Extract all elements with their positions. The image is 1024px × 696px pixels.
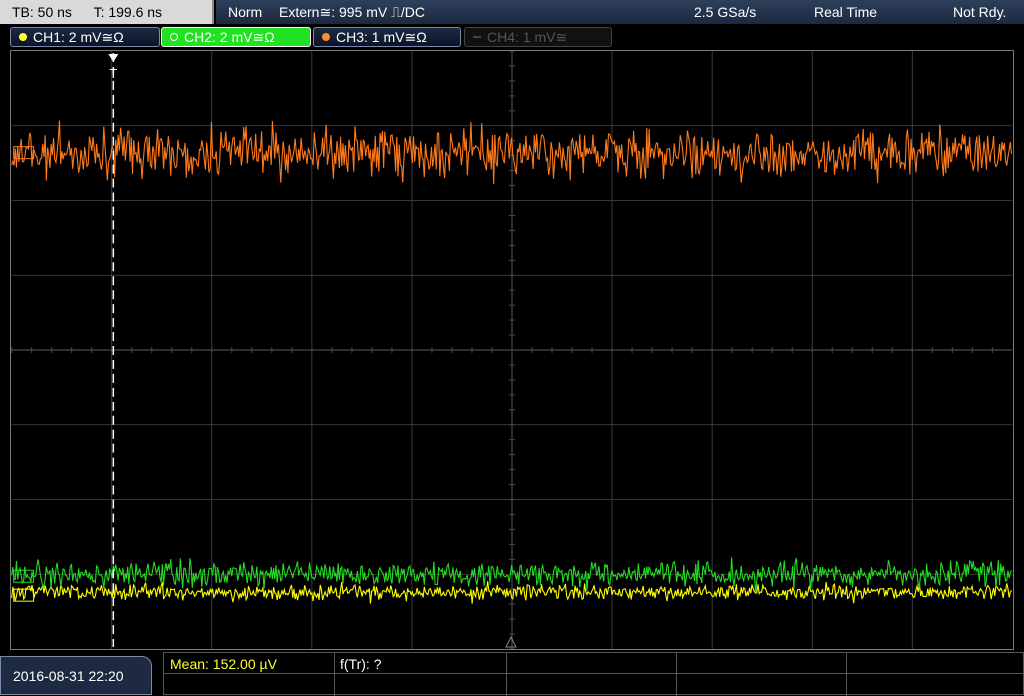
- channel-bar: CH1: 2 mV≅Ω CH2: 2 mV≅Ω CH3: 1 mV≅Ω CH4:…: [0, 26, 1024, 48]
- trigger-marker-label: T: [109, 66, 117, 81]
- measurement-panel[interactable]: Mean: 152.00 µV f(Tr): ?: [163, 652, 1024, 696]
- sample-rate[interactable]: 2.5 GSa/s: [694, 0, 756, 24]
- timebase-panel[interactable]: TB: 50 ns T: 199.6 ns: [0, 0, 214, 24]
- trigger-level-marker-icon[interactable]: [505, 635, 517, 648]
- datetime-display: 2016-08-31 22:20: [0, 656, 152, 695]
- trigger-source[interactable]: Extern≅: 995 mV ⎍/DC: [279, 0, 425, 24]
- mean-measurement: Mean: 152.00 µV: [170, 656, 277, 672]
- trigger-position-arrow-icon[interactable]: [108, 53, 119, 62]
- frequency-measurement: f(Tr): ?: [340, 656, 382, 672]
- waveform-display[interactable]: T: [10, 50, 1014, 650]
- measurement-divider: [846, 653, 847, 696]
- trigger-mode[interactable]: Norm: [228, 0, 262, 24]
- channel-3-button[interactable]: CH3: 1 mV≅Ω: [313, 27, 461, 47]
- channel-2-label: CH2: 2 mV≅Ω: [184, 29, 275, 45]
- channel-4-button[interactable]: CH4: 1 mV≅: [464, 27, 612, 47]
- timebase-label: TB: 50 ns: [12, 4, 72, 20]
- measurement-divider: [506, 653, 507, 696]
- trigger-status: Not Rdy.: [953, 4, 1007, 20]
- measurement-divider: [334, 653, 335, 696]
- channel-4-off-icon: [473, 36, 481, 39]
- acquisition-mode[interactable]: Real Time: [814, 0, 877, 24]
- channel-4-label: CH4: 1 mV≅: [487, 29, 568, 45]
- channel-2-button[interactable]: CH2: 2 mV≅Ω: [161, 27, 311, 47]
- channel-1-dot-icon: [19, 33, 27, 42]
- channel-1-label: CH1: 2 mV≅Ω: [33, 29, 124, 45]
- channel-3-label: CH3: 1 mV≅Ω: [336, 29, 427, 45]
- channel-2-dot-icon: [170, 33, 178, 42]
- trigger-time-label: T: 199.6 ns: [93, 4, 163, 20]
- status-bar: Norm Extern≅: 995 mV ⎍/DC 2.5 GSa/s Real…: [216, 0, 1024, 24]
- channel-3-dot-icon: [322, 33, 330, 42]
- measurement-divider: [164, 673, 1024, 674]
- channel-1-button[interactable]: CH1: 2 mV≅Ω: [10, 27, 160, 47]
- measurement-divider: [676, 653, 677, 696]
